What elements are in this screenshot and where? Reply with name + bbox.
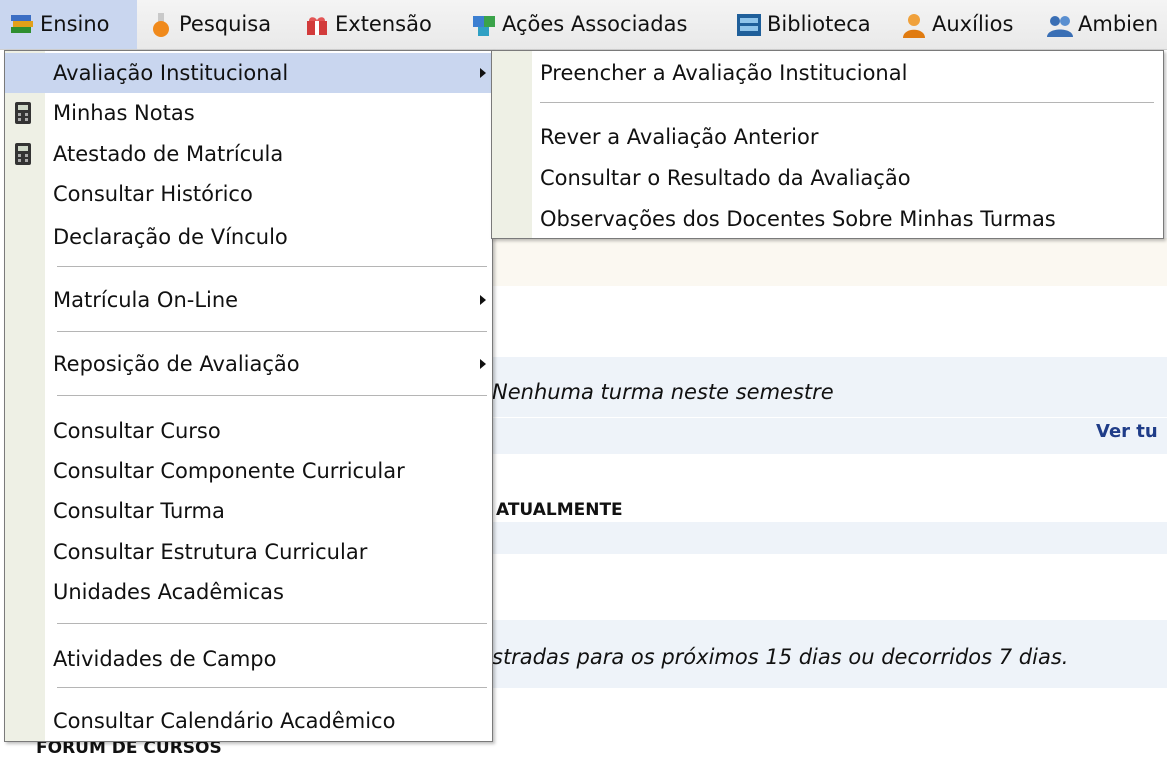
menu-extensao[interactable]: Extensão	[295, 0, 455, 49]
menu-separator	[57, 623, 487, 624]
menu-item-minhas-notas[interactable]: Minhas Notas	[5, 93, 492, 133]
menu-item-consultar-turma[interactable]: Consultar Turma	[5, 491, 492, 531]
menu-pesquisa[interactable]: Pesquisa	[139, 0, 289, 49]
submenu-arrow-icon	[480, 295, 486, 305]
menu-item-matricula-online[interactable]: Matrícula On-Line	[5, 280, 492, 320]
submenu-item-preencher-avaliacao[interactable]: Preencher a Avaliação Institucional	[492, 55, 1163, 91]
menu-item-label: Avaliação Institucional	[53, 61, 289, 85]
menu-item-label: Consultar Curso	[53, 419, 221, 443]
menu-item-consultar-curso[interactable]: Consultar Curso	[5, 411, 492, 451]
currently-band	[491, 522, 1167, 554]
menu-item-consultar-componente-curricular[interactable]: Consultar Componente Curricular	[5, 451, 492, 491]
dates-notice: stradas para os próximos 15 dias ou deco…	[492, 645, 1069, 669]
see-all-band	[491, 418, 1167, 454]
menu-item-label: Matrícula On-Line	[53, 288, 239, 312]
menu-item-label: Consultar Calendário Acadêmico	[53, 709, 396, 733]
top-menubar: Ensino Pesquisa Extensão Ações Associada…	[0, 0, 1167, 50]
menu-item-reposicao-avaliacao[interactable]: Reposição de Avaliação	[5, 344, 492, 384]
menu-item-label: Minhas Notas	[53, 101, 195, 125]
menu-acoes-associadas-label: Ações Associadas	[502, 12, 688, 36]
menu-item-label: Consultar Estrutura Curricular	[53, 540, 368, 564]
menu-item-atividades-campo[interactable]: Atividades de Campo	[5, 639, 492, 679]
menu-ensino[interactable]: Ensino	[0, 0, 137, 49]
menu-pesquisa-label: Pesquisa	[179, 12, 272, 36]
see-all-link[interactable]: Ver tu	[1096, 421, 1158, 442]
menu-item-label: Consultar Turma	[53, 499, 225, 523]
submenu-item-rever-avaliacao[interactable]: Rever a Avaliação Anterior	[492, 119, 1163, 155]
submenu-item-label: Consultar o Resultado da Avaliação	[540, 166, 911, 190]
menu-extensao-label: Extensão	[335, 12, 432, 36]
puzzle-icon	[473, 16, 495, 36]
menu-item-atestado-matricula[interactable]: Atestado de Matrícula	[5, 134, 492, 174]
menu-biblioteca[interactable]: Biblioteca	[727, 0, 887, 49]
menu-ambientes-label: Ambien	[1078, 12, 1159, 36]
menu-item-label: Declaração de Vínculo	[53, 225, 288, 249]
menu-item-consultar-historico[interactable]: Consultar Histórico	[5, 174, 492, 214]
menu-item-label: Consultar Componente Curricular	[53, 459, 405, 483]
avaliacao-institucional-submenu: Preencher a Avaliação Institucional Reve…	[491, 50, 1164, 239]
submenu-arrow-icon	[480, 359, 486, 369]
calculator-icon	[15, 102, 31, 124]
menu-separator	[57, 687, 487, 688]
person-icon	[903, 14, 925, 38]
menu-item-label: Unidades Acadêmicas	[53, 580, 284, 604]
submenu-separator	[540, 102, 1154, 103]
ensino-dropdown-menu: Avaliação Institucional Minhas Notas Ate…	[4, 50, 493, 742]
menu-item-unidades-academicas[interactable]: Unidades Acadêmicas	[5, 572, 492, 612]
menu-ensino-label: Ensino	[40, 12, 110, 36]
people-icon	[1047, 16, 1073, 37]
bookshelf-icon	[737, 14, 761, 36]
submenu-item-observacoes-docentes[interactable]: Observações dos Docentes Sobre Minhas Tu…	[492, 201, 1163, 237]
menu-separator	[57, 395, 487, 396]
menu-item-consultar-estrutura-curricular[interactable]: Consultar Estrutura Curricular	[5, 532, 492, 572]
no-class-text: Nenhuma turma neste semestre	[492, 380, 834, 404]
menu-acoes-associadas[interactable]: Ações Associadas	[462, 0, 724, 49]
menu-biblioteca-label: Biblioteca	[767, 12, 871, 36]
menu-ambientes[interactable]: Ambien	[1038, 0, 1167, 49]
menu-item-avaliacao-institucional[interactable]: Avaliação Institucional	[5, 53, 492, 93]
menu-separator	[57, 331, 487, 332]
menu-auxilios[interactable]: Auxílios	[892, 0, 1034, 49]
menu-item-label: Atestado de Matrícula	[53, 142, 284, 166]
menu-item-declaracao-vinculo[interactable]: Declaração de Vínculo	[5, 217, 492, 257]
submenu-arrow-icon	[480, 68, 486, 78]
menu-item-label: Consultar Histórico	[53, 182, 253, 206]
menu-separator	[57, 266, 487, 267]
books-icon	[11, 15, 33, 33]
menu-auxilios-label: Auxílios	[932, 12, 1014, 36]
background-band-top	[491, 238, 1167, 286]
menu-item-label: Reposição de Avaliação	[53, 352, 300, 376]
calculator-icon	[15, 143, 31, 165]
gift-icon	[307, 17, 327, 35]
submenu-item-label: Rever a Avaliação Anterior	[540, 125, 819, 149]
flask-icon	[153, 13, 169, 37]
currently-header: ATUALMENTE	[496, 500, 623, 520]
submenu-item-consultar-resultado[interactable]: Consultar o Resultado da Avaliação	[492, 160, 1163, 196]
submenu-item-label: Observações dos Docentes Sobre Minhas Tu…	[540, 207, 1056, 231]
menu-item-consultar-calendario-academico[interactable]: Consultar Calendário Acadêmico	[5, 701, 492, 741]
menu-item-label: Atividades de Campo	[53, 647, 277, 671]
submenu-item-label: Preencher a Avaliação Institucional	[540, 61, 908, 85]
